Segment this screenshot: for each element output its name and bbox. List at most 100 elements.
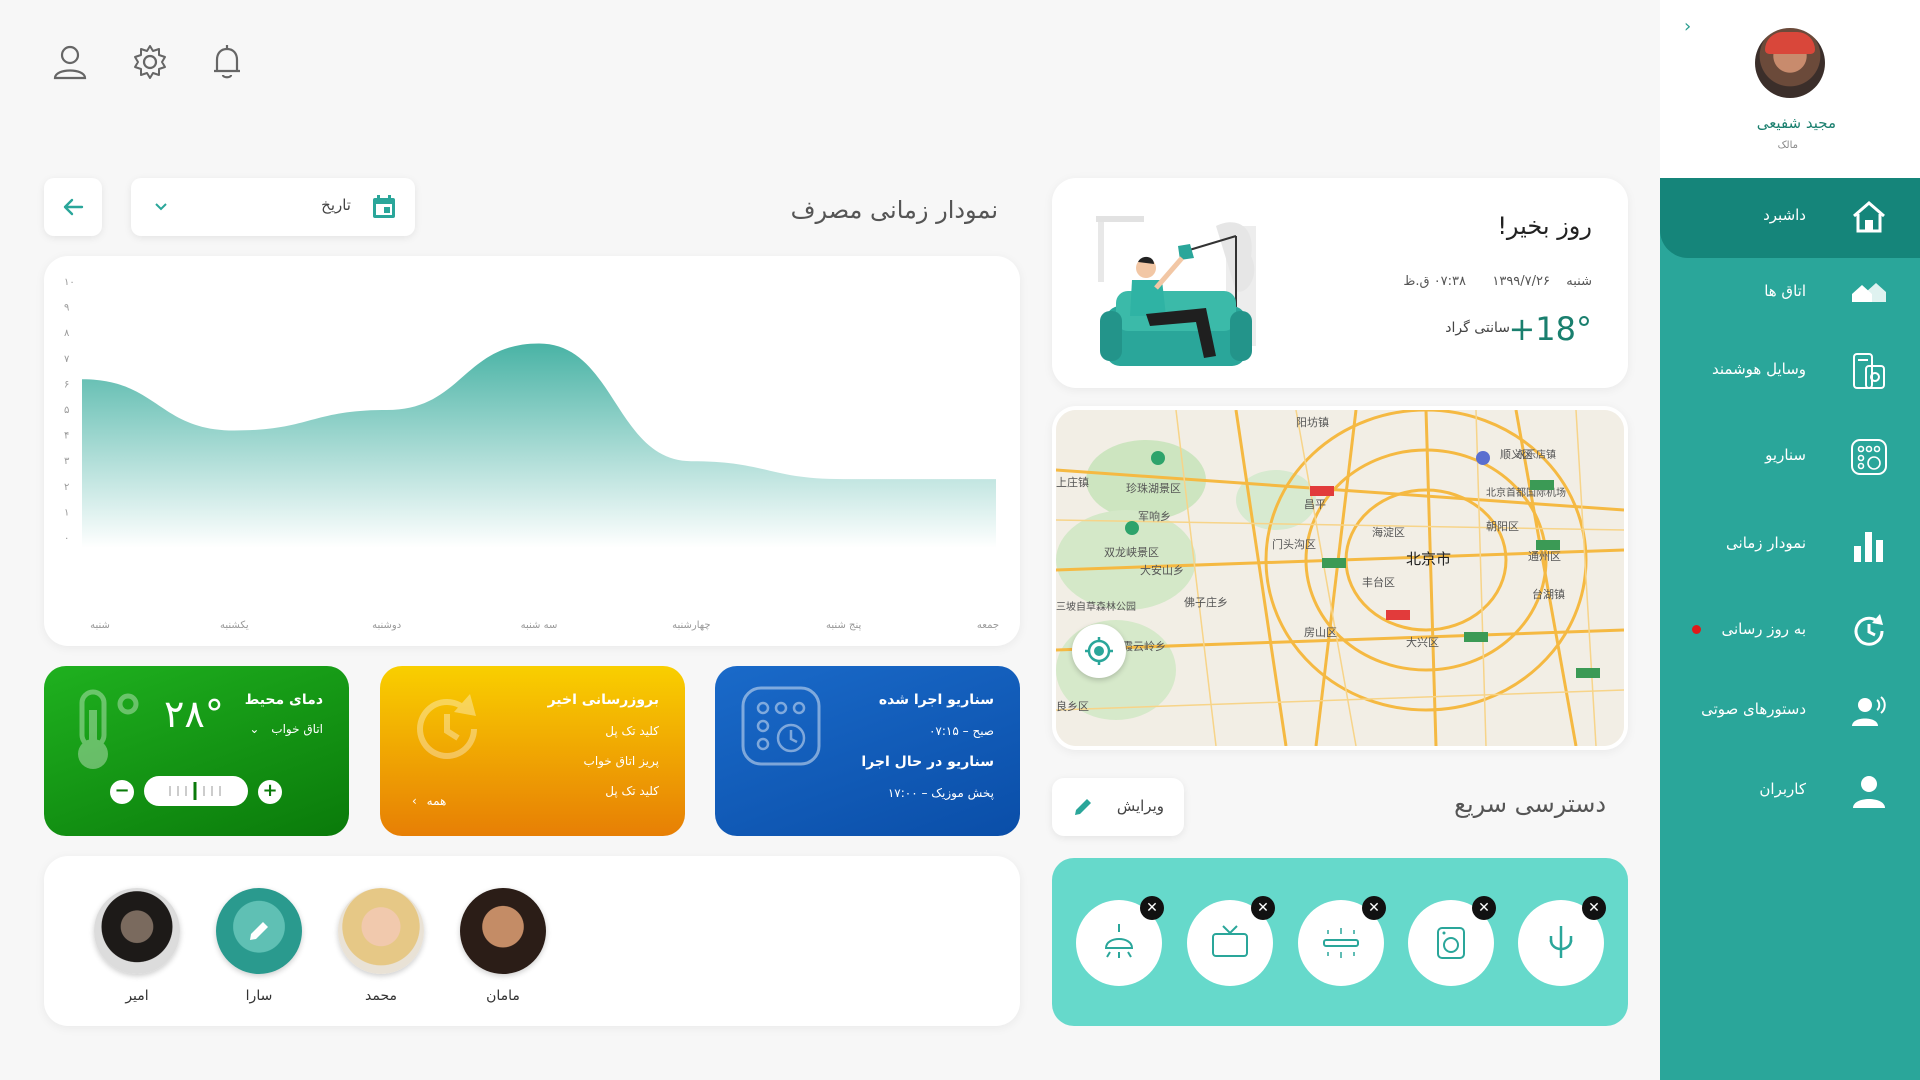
y-tick-label: ۴: [64, 431, 69, 442]
pencil-icon: [1072, 796, 1094, 822]
map-label-yangfang: 阳坊镇: [1296, 415, 1329, 429]
map-label-chaoyang: 朝阳区: [1486, 520, 1519, 533]
sidebar-item-smart-devices[interactable]: وسایل هوشمند: [1660, 338, 1920, 402]
member-mom[interactable]: مامان: [458, 888, 548, 1004]
profile-name: مجید شفیعی: [1756, 114, 1836, 132]
chevron-down-icon: [153, 198, 169, 218]
scenario-executed-title: سناریو اجرا شده: [878, 692, 994, 708]
back-button[interactable]: [44, 178, 102, 236]
quick-light-strip-button[interactable]: ✕: [1298, 896, 1386, 986]
map-label-yongledian: 永乐店镇: [1516, 448, 1556, 461]
remove-icon[interactable]: ✕: [1582, 896, 1606, 920]
x-tick-label: شنبه: [90, 620, 110, 631]
remove-icon[interactable]: ✕: [1251, 896, 1275, 920]
usage-chart-card: ۰ ۱ ۲ ۳ ۴ ۵ ۶ ۷ ۸ ۹ ۱۰ شنبه یکشنبه دوشنبه سه شنبه چهار…: [44, 256, 1020, 646]
y-tick-label: ۲: [64, 482, 69, 493]
temperature-value: +18°: [1508, 310, 1592, 348]
avatar: [94, 888, 180, 974]
user-icon[interactable]: [50, 42, 90, 82]
quick-hanging-lamp-button[interactable]: ✕: [1076, 896, 1164, 986]
person-on-sofa-illustration: [1086, 196, 1276, 374]
y-tick-label: ۷: [64, 354, 70, 365]
bell-icon[interactable]: [207, 42, 247, 82]
sidebar-item-rooms[interactable]: اتاق ها: [1660, 260, 1920, 324]
sidebar-item-voice-commands[interactable]: دستورهای صوتی: [1660, 678, 1920, 742]
update-item-2: پریز اتاق خواب: [583, 754, 659, 768]
sidebar-item-label: داشبرد: [1763, 206, 1806, 224]
map-view[interactable]: 北京市 朝阳区 海淀区 丰台区 通州区 大兴区 房山区 门头沟区 顺义区 北京首…: [1056, 410, 1624, 746]
map-label-liangxiang: 良乡区: [1056, 699, 1089, 713]
sidebar-item-label: کاربران: [1759, 780, 1806, 798]
x-tick-label: جمعه: [977, 620, 999, 631]
remove-icon[interactable]: ✕: [1472, 896, 1496, 920]
map-label-shuanglong: 双龙峡景区: [1104, 545, 1159, 559]
map-label-haidian: 海淀区: [1372, 525, 1405, 539]
quick-tv-button[interactable]: ✕: [1187, 896, 1275, 986]
profile-panel: › مجید شفیعی مالک: [1660, 0, 1920, 178]
usage-chart-title: نمودار زمانی مصرف: [790, 196, 998, 224]
remove-icon[interactable]: ✕: [1140, 896, 1164, 920]
calendar-icon: [371, 194, 397, 224]
profile-role: مالک: [1777, 140, 1798, 151]
sidebar: › مجید شفیعی مالک داشبرد اتاق ها وسایل ه…: [1660, 0, 1920, 1080]
sidebar-item-label: نمودار زمانی: [1726, 534, 1806, 552]
users-icon: [1850, 772, 1888, 810]
avatar[interactable]: [1755, 28, 1825, 98]
chevron-left-icon: ‹: [412, 794, 417, 808]
avatar: [338, 888, 424, 974]
y-tick-label: ۱۰: [64, 277, 75, 288]
pencil-icon: [246, 918, 272, 948]
scenario-tile[interactable]: سناریو اجرا شده صبح – ۰۷:۱۵ سناریو در حا…: [715, 666, 1020, 836]
y-tick-label: ۵: [64, 405, 69, 416]
x-tick-label: یکشنبه: [220, 620, 249, 631]
sidebar-item-updates[interactable]: به روز رسانی: [1660, 598, 1920, 662]
edit-button[interactable]: ویرایش: [1052, 778, 1184, 836]
avatar: [216, 888, 302, 974]
member-mohammad[interactable]: محمد: [336, 888, 426, 1004]
scenario-running-time: پخش موزیک – ۱۷:۰۰: [887, 786, 994, 800]
date-picker[interactable]: تاریخ: [131, 178, 415, 236]
member-name: سارا: [245, 988, 273, 1004]
edit-label: ویرایش: [1116, 797, 1164, 815]
member-amir[interactable]: امیر: [92, 888, 182, 1004]
remove-icon[interactable]: ✕: [1362, 896, 1386, 920]
sidebar-item-timeline[interactable]: نمودار زمانی: [1660, 512, 1920, 576]
member-name: محمد: [365, 988, 397, 1004]
sidebar-item-scenario[interactable]: سناریو: [1660, 424, 1920, 488]
recent-updates-title: بروزرسانی اخیر: [547, 692, 659, 708]
scenario-icon: [741, 686, 821, 770]
temperature-tile[interactable]: دمای محیط اتاق خواب ⌄ ۲۸° − +: [44, 666, 349, 836]
sidebar-item-label: وسایل هوشمند: [1712, 360, 1806, 378]
scenario-executed-time: صبح – ۰۷:۱۵: [928, 724, 994, 738]
room-selector-label: اتاق خواب: [271, 722, 323, 736]
gear-icon[interactable]: [130, 42, 170, 82]
map-label-junxiang: 军响乡: [1138, 510, 1171, 523]
x-tick-label: پنج شنبه: [826, 620, 861, 631]
map-card[interactable]: 北京市 朝阳区 海淀区 丰台区 通州区 大兴区 房山区 门头沟区 顺义区 北京首…: [1052, 406, 1628, 750]
x-tick-label: دوشنبه: [372, 620, 401, 631]
quick-washer-button[interactable]: ✕: [1408, 896, 1496, 986]
sidebar-item-users[interactable]: کاربران: [1660, 758, 1920, 822]
crosshair-icon: [1084, 636, 1114, 670]
date-value: ۱۳۹۹/۷/۲۶: [1492, 274, 1550, 289]
increase-temp-button[interactable]: +: [258, 780, 282, 804]
temperature-slider[interactable]: [144, 776, 248, 806]
locate-me-button[interactable]: [1072, 624, 1126, 678]
member-sara[interactable]: سارا: [214, 888, 304, 1004]
avatar: [460, 888, 546, 974]
recent-updates-tile[interactable]: بروزرسانی اخیر کلید تک پل پریز اتاق خواب…: [380, 666, 685, 836]
decrease-temp-button[interactable]: −: [110, 780, 134, 804]
home-icon: [1850, 198, 1888, 236]
see-all-link[interactable]: ‹ همه: [412, 794, 446, 808]
temperature-tile-value: ۲۸°: [164, 692, 224, 736]
quick-outlet-button[interactable]: ✕: [1518, 896, 1606, 986]
map-label-tongzhou: 通州区: [1528, 550, 1561, 563]
see-all-label: همه: [426, 794, 447, 808]
sidebar-item-dashboard[interactable]: داشبرد: [1660, 178, 1920, 258]
temperature-unit: سانتی گراد: [1445, 320, 1510, 336]
update-icon: [1850, 612, 1888, 650]
map-label-mentougou: 门头沟区: [1272, 537, 1316, 551]
map-label-fengtai: 丰台区: [1362, 575, 1395, 589]
collapse-sidebar-icon[interactable]: ›: [1684, 16, 1691, 37]
room-selector[interactable]: اتاق خواب ⌄: [249, 722, 323, 736]
